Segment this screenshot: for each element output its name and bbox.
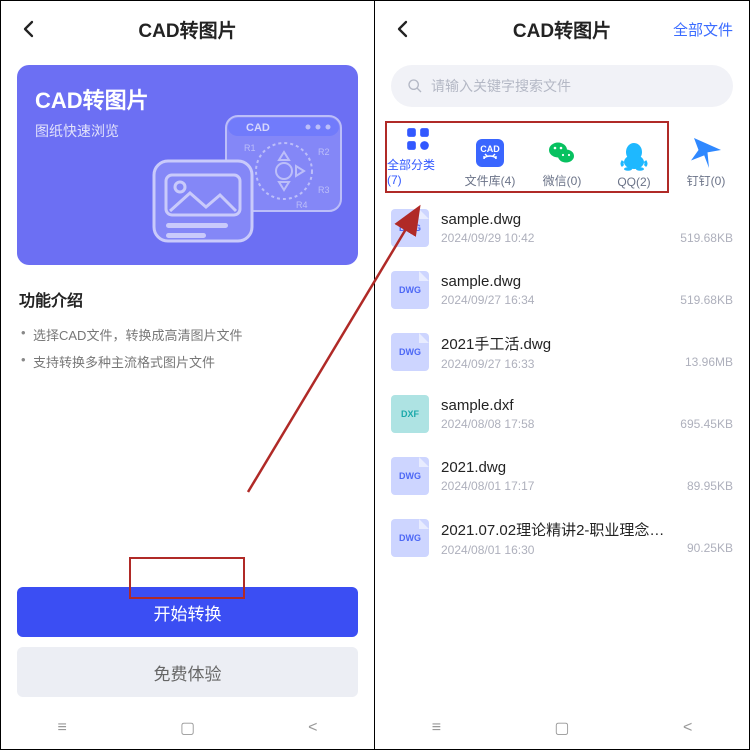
search-input[interactable]: 请输入关键字搜索文件 — [391, 65, 733, 107]
all-files-link[interactable]: 全部文件 — [673, 19, 733, 40]
svg-text:CAD: CAD — [480, 144, 500, 154]
cad-library-icon: CAD — [475, 138, 505, 168]
file-size: 519.68KB — [680, 231, 733, 245]
file-date: 2024/09/27 16:34 — [441, 293, 672, 307]
header-right: CAD转图片 全部文件 — [375, 1, 749, 57]
filter-label: 全部分类(7) — [387, 156, 449, 187]
grid-icon — [403, 126, 433, 152]
back-button[interactable] — [391, 17, 415, 41]
filter-label: 钉钉(0) — [687, 172, 726, 189]
qq-icon — [619, 141, 649, 171]
file-date: 2024/09/29 10:42 — [441, 231, 672, 245]
dwg-file-icon: DWG — [391, 271, 429, 309]
features-section-title: 功能介绍 — [19, 287, 356, 311]
file-list: DWGsample.dwg2024/09/29 10:42519.68KBDWG… — [375, 197, 749, 707]
features-list: 选择CAD文件，转换成高清图片文件 支持转换多种主流格式图片文件 — [19, 321, 356, 375]
nav-home-icon[interactable]: ▢ — [180, 718, 195, 738]
filter-wechat[interactable]: 微信(0) — [531, 129, 593, 189]
free-trial-button[interactable]: 免费体验 — [17, 647, 358, 697]
dwg-file-icon: DWG — [391, 333, 429, 371]
filter-label: 微信(0) — [543, 172, 582, 189]
search-icon — [407, 78, 423, 94]
filter-tabs: 全部分类(7) CAD 文件库(4) 微信(0) QQ(2) 钉钉(0) — [381, 119, 743, 197]
nav-recent-icon[interactable]: ≡ — [58, 719, 67, 737]
header-left: CAD转图片 — [1, 1, 374, 57]
file-row[interactable]: DWG sample.dwg 2024/09/29 10:42 519.68KB — [391, 197, 733, 259]
nav-home-icon[interactable]: ▢ — [554, 718, 569, 738]
file-name: 2021.07.02理论精讲2-职业理念职业… — [441, 519, 679, 540]
dingtalk-icon — [691, 138, 721, 168]
file-date: 2024/08/08 17:58 — [441, 417, 672, 431]
dwg-file-icon: DWG — [391, 457, 429, 495]
filter-label: 文件库(4) — [465, 172, 516, 189]
page-title: CAD转图片 — [138, 16, 236, 43]
feature-item: 选择CAD文件，转换成高清图片文件 — [19, 321, 356, 348]
chevron-left-icon — [391, 17, 415, 41]
file-row[interactable]: DXF sample.dxf 2024/08/08 17:58 695.45KB — [391, 383, 733, 445]
file-date: 2024/09/27 16:33 — [441, 357, 677, 371]
filter-library[interactable]: CAD 文件库(4) — [459, 129, 521, 189]
file-size: 89.95KB — [687, 479, 733, 493]
filter-dingtalk[interactable]: 钉钉(0) — [675, 129, 737, 189]
svg-text:R3: R3 — [318, 185, 330, 195]
dxf-file-icon: DXF — [391, 395, 429, 433]
file-name: sample.dxf — [441, 397, 672, 414]
page-title: CAD转图片 — [513, 16, 611, 43]
file-size: 13.96MB — [685, 355, 733, 369]
filter-qq[interactable]: QQ(2) — [603, 129, 665, 189]
wechat-icon — [547, 138, 577, 168]
nav-recent-icon[interactable]: ≡ — [432, 719, 441, 737]
dwg-file-icon: DWG — [391, 519, 429, 557]
system-nav-bar: ≡ ▢ < — [375, 707, 749, 749]
svg-text:CAD: CAD — [246, 122, 270, 134]
file-row[interactable]: DWG 2021.dwg 2024/08/01 17:17 89.95KB — [391, 445, 733, 507]
file-row[interactable]: DWG 2021.07.02理论精讲2-职业理念职业… 2024/08/01 16:… — [391, 507, 733, 569]
file-date: 2024/08/01 16:30 — [441, 543, 679, 557]
start-convert-button[interactable]: 开始转换 — [17, 587, 358, 637]
search-placeholder: 请输入关键字搜索文件 — [431, 76, 571, 96]
feature-item: 支持转换多种主流格式图片文件 — [19, 348, 356, 375]
file-row[interactable]: DWG 2021手工活.dwg 2024/09/27 16:33 13.96MB — [391, 321, 733, 383]
file-size: 519.68KB — [680, 293, 733, 307]
file-name: 2021手工活.dwg — [441, 333, 677, 354]
file-date: 2024/08/01 17:17 — [441, 479, 679, 493]
chevron-left-icon — [17, 17, 41, 41]
system-nav-bar: ≡ ▢ < — [1, 707, 374, 749]
back-button[interactable] — [17, 17, 41, 41]
dwg-file-icon: DWG — [391, 209, 429, 247]
file-size: 90.25KB — [687, 541, 733, 555]
file-size: 695.45KB — [680, 417, 733, 431]
file-name: sample.dwg — [441, 211, 672, 228]
hero-illustration-icon: CAD R1 R2 R3 R4 — [146, 111, 346, 251]
nav-back-icon[interactable]: < — [308, 719, 317, 737]
file-name: sample.dwg — [441, 273, 672, 290]
file-row[interactable]: DWG sample.dwg 2024/09/27 16:34 519.68KB — [391, 259, 733, 321]
svg-text:R1: R1 — [244, 143, 256, 153]
svg-text:R4: R4 — [296, 200, 308, 210]
filter-label: QQ(2) — [617, 175, 650, 189]
filter-all[interactable]: 全部分类(7) — [387, 129, 449, 189]
svg-text:R2: R2 — [318, 147, 330, 157]
hero-card: CAD转图片 图纸快速浏览 CAD R1R2 R3R4 — [17, 65, 358, 265]
file-name: 2021.dwg — [441, 459, 679, 476]
nav-back-icon[interactable]: < — [683, 719, 692, 737]
